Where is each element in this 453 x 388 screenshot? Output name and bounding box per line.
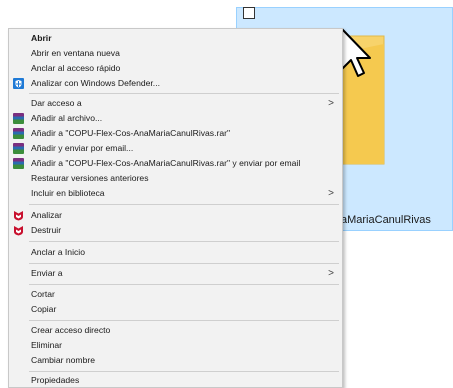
menu-item-label: Añadir a "COPU-Flex-Cos-AnaMariaCanulRiv… <box>31 158 301 168</box>
menu-item-label: Enviar a <box>31 268 63 278</box>
menu-item-destruir[interactable]: Destruir <box>9 223 342 238</box>
menu-item-label: Eliminar <box>31 340 63 350</box>
menu-item-abrir[interactable]: Abrir <box>9 31 342 46</box>
menu-item-label: Abrir en ventana nueva <box>31 48 120 58</box>
menu-separator <box>29 93 339 94</box>
submenu-arrow-icon: > <box>328 188 334 199</box>
menu-item-abrir-nueva-ventana[interactable]: Abrir en ventana nueva <box>9 46 342 61</box>
menu-item-cambiar-nombre[interactable]: Cambiar nombre <box>9 353 342 368</box>
menu-item-incluir-biblioteca[interactable]: Incluir en biblioteca > <box>9 186 342 201</box>
menu-item-label: Añadir y enviar por email... <box>31 143 134 153</box>
menu-item-label: Analizar <box>31 210 63 220</box>
menu-item-copiar[interactable]: Copiar <box>9 302 342 317</box>
menu-item-cortar[interactable]: Cortar <box>9 287 342 302</box>
folder-name-label: aMariaCanulRivas <box>341 214 431 226</box>
menu-item-crear-acceso-directo[interactable]: Crear acceso directo <box>9 323 342 338</box>
mouse-cursor-icon <box>341 28 371 77</box>
menu-separator <box>29 241 339 242</box>
menu-item-enviar-a[interactable]: Enviar a > <box>9 266 342 281</box>
mcafee-icon <box>14 211 23 221</box>
menu-item-restaurar-versiones[interactable]: Restaurar versiones anteriores <box>9 171 342 186</box>
submenu-arrow-icon: > <box>328 268 334 279</box>
context-menu: Abrir Abrir en ventana nueva Anclar al a… <box>8 28 343 388</box>
menu-item-anadir-enviar-email[interactable]: Añadir y enviar por email... <box>9 141 342 156</box>
menu-separator <box>29 371 339 372</box>
folder-select-checkbox[interactable] <box>243 7 255 19</box>
menu-item-label: Cambiar nombre <box>31 355 95 365</box>
menu-item-dar-acceso[interactable]: Dar acceso a > <box>9 96 342 111</box>
menu-item-anadir-archivo[interactable]: Añadir al archivo... <box>9 111 342 126</box>
winrar-icon <box>13 143 24 154</box>
menu-item-anadir-rar-enviar-email[interactable]: Añadir a "COPU-Flex-Cos-AnaMariaCanulRiv… <box>9 156 342 171</box>
menu-item-label: Anclar al acceso rápido <box>31 63 121 73</box>
menu-item-label: Crear acceso directo <box>31 325 111 335</box>
mcafee-icon <box>14 226 23 236</box>
menu-item-label: Restaurar versiones anteriores <box>31 173 149 183</box>
menu-item-label: Cortar <box>31 289 55 299</box>
winrar-icon <box>13 158 24 169</box>
menu-item-anclar-inicio[interactable]: Anclar a Inicio <box>9 245 342 260</box>
menu-item-anadir-rar[interactable]: Añadir a "COPU-Flex-Cos-AnaMariaCanulRiv… <box>9 126 342 141</box>
menu-separator <box>29 204 339 205</box>
menu-separator <box>29 263 339 264</box>
menu-separator <box>29 284 339 285</box>
menu-item-analizar-mcafee[interactable]: Analizar <box>9 208 342 223</box>
winrar-icon <box>13 128 24 139</box>
menu-item-label: Añadir al archivo... <box>31 113 103 123</box>
menu-item-label: Analizar con Windows Defender... <box>31 78 160 88</box>
menu-item-label: Abrir <box>31 33 52 43</box>
menu-item-label: Dar acceso a <box>31 98 82 108</box>
submenu-arrow-icon: > <box>328 98 334 109</box>
menu-item-analizar-defender[interactable]: Analizar con Windows Defender... <box>9 76 342 91</box>
menu-item-label: Añadir a "COPU-Flex-Cos-AnaMariaCanulRiv… <box>31 128 231 138</box>
menu-separator <box>29 320 339 321</box>
menu-item-anclar-acceso-rapido[interactable]: Anclar al acceso rápido <box>9 61 342 76</box>
winrar-icon <box>13 113 24 124</box>
menu-item-label: Copiar <box>31 304 57 314</box>
menu-item-label: Incluir en biblioteca <box>31 188 105 198</box>
menu-item-label: Destruir <box>31 225 62 235</box>
windows-defender-icon <box>13 78 24 89</box>
menu-item-label: Anclar a Inicio <box>31 247 85 257</box>
menu-item-eliminar[interactable]: Eliminar <box>9 338 342 353</box>
